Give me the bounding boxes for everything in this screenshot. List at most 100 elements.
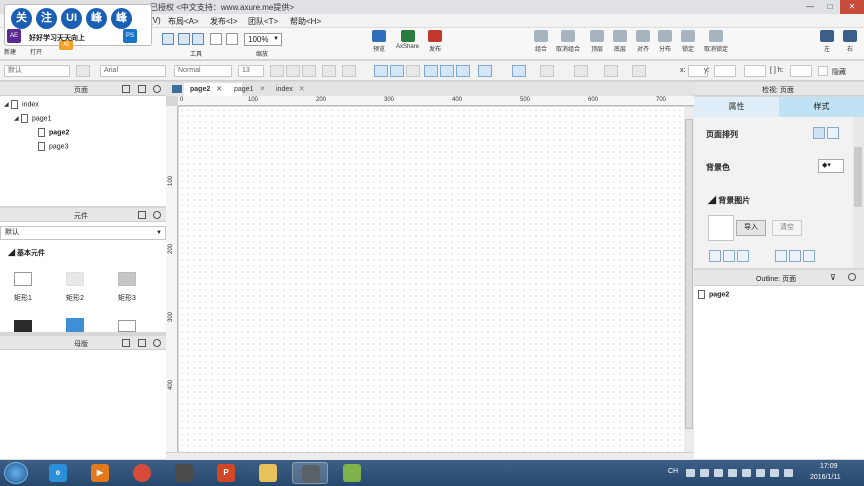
- rectangle1-widget[interactable]: [14, 272, 32, 286]
- new-button[interactable]: 新建: [4, 47, 16, 56]
- w-input[interactable]: [744, 65, 766, 77]
- close-button[interactable]: ✕: [840, 0, 864, 14]
- ellipse-widget[interactable]: [14, 320, 32, 332]
- search-icon[interactable]: [153, 211, 161, 219]
- line-width-icon[interactable]: [540, 65, 554, 77]
- align-left-icon[interactable]: [374, 65, 388, 77]
- taskbar-ie[interactable]: e: [40, 462, 76, 484]
- valign-bottom-icon[interactable]: [456, 65, 470, 77]
- clear-button[interactable]: 清空: [772, 220, 802, 236]
- h-input[interactable]: [790, 65, 812, 77]
- valign-top-icon[interactable]: [424, 65, 438, 77]
- tree-item-page1[interactable]: ◢ page1: [14, 114, 51, 123]
- group-button[interactable]: 组合: [534, 30, 548, 53]
- menu-team[interactable]: 团队<T>: [248, 16, 278, 27]
- bg-align-right-icon[interactable]: [803, 250, 815, 262]
- repeat-none-icon[interactable]: [709, 250, 721, 262]
- style-select[interactable]: 默认: [4, 65, 70, 77]
- keyboard-icon[interactable]: [686, 469, 695, 477]
- taskbar-app[interactable]: [334, 462, 370, 484]
- left-panel-button[interactable]: 左: [820, 30, 834, 53]
- menu-icon[interactable]: [138, 211, 146, 219]
- bring-front-button[interactable]: 顶层: [590, 30, 604, 53]
- add-folder-icon[interactable]: [138, 85, 146, 93]
- import-button[interactable]: 导入: [736, 220, 766, 236]
- tabs-menu-icon[interactable]: [172, 85, 182, 93]
- tab-properties[interactable]: 属性: [694, 97, 779, 117]
- menu-publish[interactable]: 发布<I>: [210, 16, 238, 27]
- rectangle2-widget[interactable]: [66, 272, 84, 286]
- inspector-scrollbar[interactable]: [853, 117, 864, 268]
- right-panel-button[interactable]: 右: [843, 30, 857, 53]
- connector-tool-icon[interactable]: [178, 33, 190, 45]
- publish-button[interactable]: 发布: [428, 30, 442, 53]
- minimize-button[interactable]: —: [800, 0, 820, 14]
- search-icon[interactable]: [153, 85, 161, 93]
- add-folder-icon[interactable]: [138, 339, 146, 347]
- outline-item[interactable]: page2: [698, 290, 729, 299]
- format-painter-icon[interactable]: [226, 33, 238, 45]
- volume-icon[interactable]: [784, 469, 793, 477]
- font-select[interactable]: Arial: [100, 65, 166, 77]
- taskbar-recorder[interactable]: [166, 462, 202, 484]
- image-widget-icon[interactable]: [66, 318, 84, 332]
- align-center-icon[interactable]: [390, 65, 404, 77]
- taskbar-powerpoint[interactable]: P: [208, 462, 244, 484]
- italic-icon[interactable]: [286, 65, 300, 77]
- close-icon[interactable]: ✕: [216, 86, 222, 93]
- bg-color-picker[interactable]: ◆▾: [818, 159, 844, 173]
- weight-select[interactable]: Normal: [174, 65, 232, 77]
- page-align-left-icon[interactable]: [813, 127, 825, 139]
- crop-tool-icon[interactable]: [192, 33, 204, 45]
- menu-help[interactable]: 帮助<H>: [290, 16, 321, 27]
- menu-layout[interactable]: 布局<A>: [168, 16, 199, 27]
- size-select[interactable]: 13: [238, 65, 264, 77]
- speaker-icon[interactable]: [756, 469, 765, 477]
- clock-time[interactable]: 17:09: [820, 463, 838, 470]
- tab-page1[interactable]: page1 ✕: [228, 83, 274, 96]
- align-right-icon[interactable]: [406, 65, 420, 77]
- preview-button[interactable]: 预览: [372, 30, 386, 53]
- triangle-down-icon[interactable]: ◢: [4, 101, 11, 108]
- scroll-thumb[interactable]: [685, 119, 693, 429]
- unlock-button[interactable]: 取消锁定: [704, 30, 728, 53]
- tree-item-page3[interactable]: page3: [38, 142, 68, 151]
- taskbar-chrome[interactable]: [124, 462, 160, 484]
- design-canvas[interactable]: [179, 107, 684, 452]
- send-back-button[interactable]: 底层: [613, 30, 627, 53]
- tab-index[interactable]: index ✕: [270, 83, 314, 96]
- zoom-select[interactable]: 100% ▼: [244, 33, 282, 46]
- y-input[interactable]: [714, 65, 736, 77]
- align-button[interactable]: 对齐: [636, 30, 650, 53]
- distribute-button[interactable]: 分布: [658, 30, 672, 53]
- open-button[interactable]: 打开: [30, 47, 42, 56]
- underline-icon[interactable]: [302, 65, 316, 77]
- shadow-icon[interactable]: [632, 65, 646, 77]
- hidden-checkbox[interactable]: [818, 66, 828, 76]
- taskbar-axure[interactable]: [292, 462, 328, 484]
- bg-align-left-icon[interactable]: [775, 250, 787, 262]
- pointer-tool-icon[interactable]: [162, 33, 174, 45]
- tree-item-index[interactable]: ◢ index: [4, 100, 39, 109]
- text-color-icon[interactable]: [322, 65, 336, 77]
- page-align-center-icon[interactable]: [827, 127, 839, 139]
- arrow-style-icon[interactable]: [604, 65, 618, 77]
- repeat-y-icon[interactable]: [737, 250, 749, 262]
- tab-style[interactable]: 样式: [779, 97, 864, 117]
- taskbar-explorer[interactable]: [250, 462, 286, 484]
- ungroup-button[interactable]: 取消组合: [556, 30, 580, 53]
- fill-color-icon[interactable]: [478, 65, 492, 77]
- settings-icon[interactable]: [714, 469, 723, 477]
- maximize-button[interactable]: □: [820, 0, 840, 14]
- paint-icon[interactable]: [76, 65, 90, 77]
- language-indicator[interactable]: CH: [668, 468, 678, 475]
- triangle-down-icon[interactable]: ◢: [14, 115, 21, 122]
- add-page-icon[interactable]: [122, 85, 130, 93]
- repeat-x-icon[interactable]: [723, 250, 735, 262]
- network-icon[interactable]: [742, 469, 751, 477]
- close-icon[interactable]: ✕: [299, 86, 305, 93]
- tree-item-page2[interactable]: page2: [38, 128, 69, 137]
- bullet-icon[interactable]: [342, 65, 356, 77]
- bold-icon[interactable]: [270, 65, 284, 77]
- placeholder-widget-icon[interactable]: [118, 320, 136, 332]
